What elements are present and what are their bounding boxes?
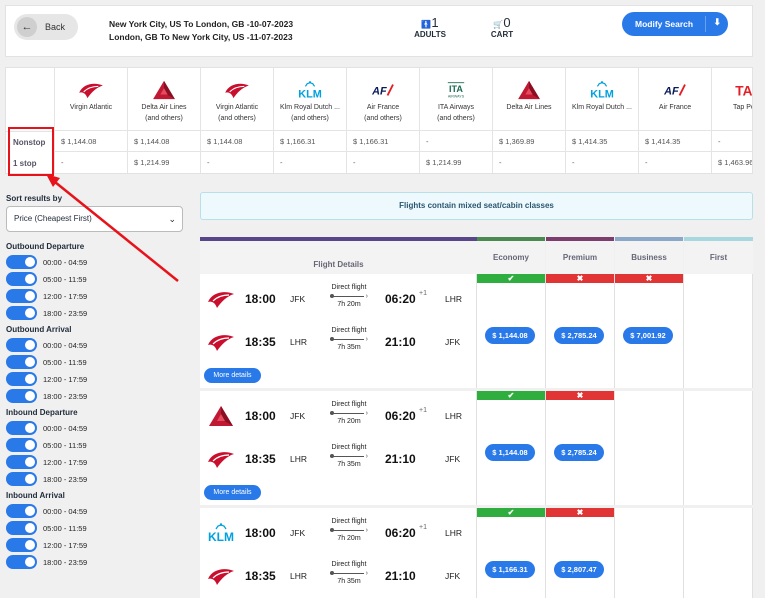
annotation-arrow — [46, 174, 179, 282]
